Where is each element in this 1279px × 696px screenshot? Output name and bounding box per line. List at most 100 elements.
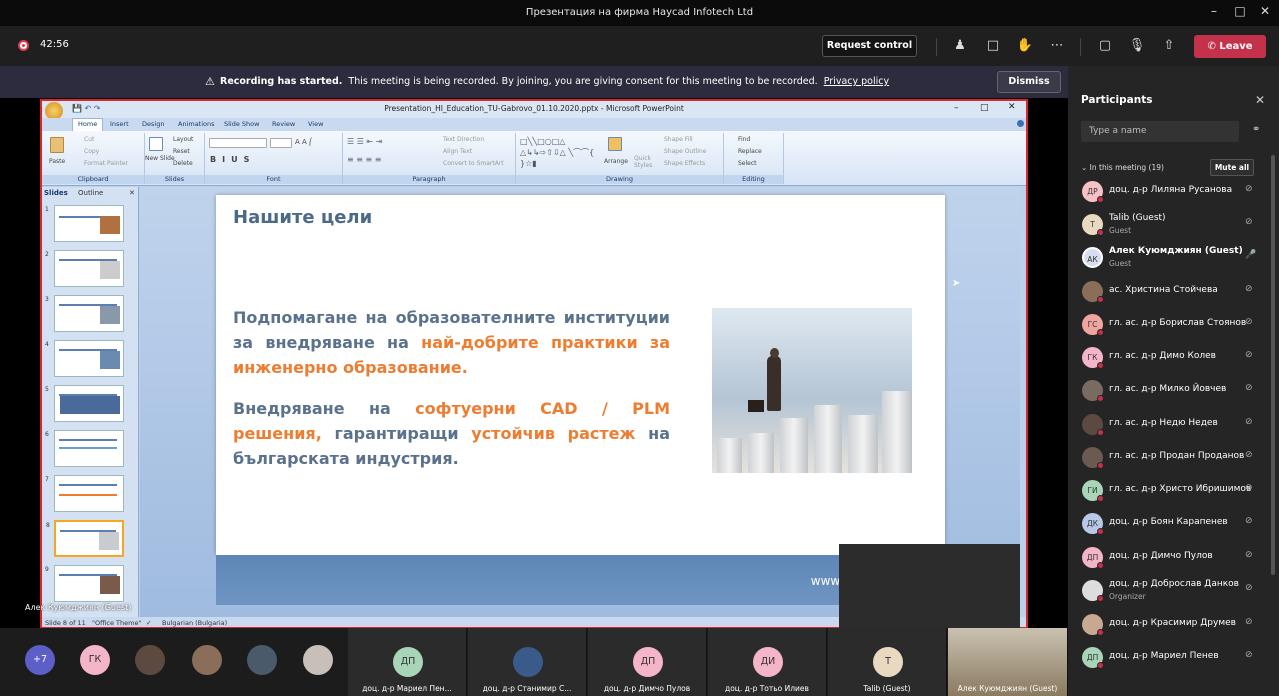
shape-outline-button[interactable]: Shape Outline — [664, 148, 706, 155]
format-painter-button[interactable]: Format Painter — [84, 160, 128, 167]
slide-thumbnail[interactable]: 5 — [45, 385, 124, 422]
mic-muted-icon[interactable]: ⊘ — [1245, 550, 1253, 560]
slide-thumbnail[interactable]: 1 — [45, 205, 124, 242]
reset-button[interactable]: Reset — [173, 148, 190, 155]
search-input[interactable]: Type a name — [1081, 121, 1239, 142]
tab-insert[interactable]: Insert — [110, 120, 129, 128]
participant-row[interactable]: АК Алек Куюмджиян (Guest) Guest 🎤 — [1068, 244, 1268, 277]
mic-muted-icon[interactable]: ⊘ — [1245, 650, 1253, 660]
font-name-box[interactable] — [209, 138, 267, 148]
participant-avatar[interactable] — [303, 645, 333, 675]
share-screen-icon[interactable]: ⇧ — [1159, 36, 1179, 56]
new-slide-icon[interactable] — [149, 137, 163, 151]
quick-styles-button[interactable]: Quick Styles — [634, 155, 656, 169]
convert-smartart-button[interactable]: Convert to SmartArt — [443, 160, 504, 167]
participant-avatar[interactable] — [135, 645, 165, 675]
participant-row[interactable]: ДП доц. д-р Димчо Пулов ⊘ — [1068, 544, 1268, 577]
participant-row[interactable]: доц. д-р Красимир Друмев ⊘ — [1068, 611, 1268, 644]
help-icon[interactable] — [1017, 120, 1024, 127]
share-invite-icon[interactable]: ⚭ — [1252, 124, 1260, 135]
replace-button[interactable]: Replace — [738, 148, 762, 155]
tab-animations[interactable]: Animations — [178, 120, 215, 128]
dismiss-button[interactable]: Dismiss — [997, 71, 1061, 93]
ppt-maximize-icon[interactable]: □ — [980, 103, 989, 113]
participant-avatar[interactable] — [192, 645, 222, 675]
slide-thumbnail[interactable]: 6 — [45, 430, 124, 467]
mic-muted-icon[interactable]: ⊘ — [1245, 383, 1253, 393]
mic-muted-icon[interactable]: ⊘ — [1245, 483, 1253, 493]
participant-row[interactable]: гл. ас. д-р Милко Йовчев ⊘ — [1068, 377, 1268, 410]
close-icon[interactable]: ✕ — [1252, 4, 1278, 18]
align-icons[interactable]: ≡ ≡ ≡ ≡ — [347, 155, 381, 164]
slide-thumbnail[interactable]: 7 — [45, 475, 124, 512]
participant-avatar[interactable] — [247, 645, 277, 675]
tab-slides[interactable]: Slides — [44, 189, 68, 197]
layout-button[interactable]: Layout — [173, 136, 193, 143]
mic-muted-icon[interactable]: ⊘ — [1245, 450, 1253, 460]
video-tile[interactable]: T Talib (Guest) — [828, 628, 947, 696]
tab-outline[interactable]: Outline — [78, 189, 103, 197]
slide-thumbnail[interactable]: 2 — [45, 250, 124, 287]
chat-icon[interactable]: □ — [983, 36, 1003, 56]
new-slide-button[interactable]: New Slide — [145, 155, 175, 162]
mic-muted-icon[interactable]: ⊘ — [1245, 217, 1253, 227]
more-options-icon[interactable]: ⋯ — [1047, 36, 1067, 56]
mute-all-button[interactable]: Mute all — [1210, 159, 1254, 176]
tab-view[interactable]: View — [308, 120, 323, 128]
tab-review[interactable]: Review — [272, 120, 295, 128]
leave-button[interactable]: ✆ Leave — [1194, 35, 1266, 58]
close-panel-icon[interactable]: ✕ — [129, 189, 135, 197]
participant-row[interactable]: ДП доц. д-р Мариел Пенев ⊘ — [1068, 644, 1268, 677]
shape-effects-button[interactable]: Shape Effects — [664, 160, 705, 167]
mic-muted-icon[interactable]: ⊘ — [1245, 284, 1253, 294]
participant-row[interactable]: гл. ас. д-р Недю Недев ⊘ — [1068, 411, 1268, 444]
mic-off-icon[interactable]: 🎙 — [1127, 36, 1147, 56]
participants-icon[interactable]: ♟ — [950, 36, 970, 56]
select-button[interactable]: Select — [738, 160, 757, 167]
text-direction-button[interactable]: Text Direction — [443, 136, 484, 143]
paste-label[interactable]: Paste — [49, 158, 65, 165]
participant-row[interactable]: ГС гл. ас. д-р Борислав Стоянов ⊘ — [1068, 311, 1268, 344]
cut-button[interactable]: Cut — [84, 136, 94, 143]
font-grow-icon[interactable]: A A ⎛ — [295, 138, 313, 146]
scrollbar[interactable] — [1271, 155, 1275, 575]
participant-row[interactable]: ГК гл. ас. д-р Димо Колев ⊘ — [1068, 344, 1268, 377]
tab-design[interactable]: Design — [142, 120, 164, 128]
participant-row[interactable]: ДР доц. д-р Лиляна Русанова ⊘ — [1068, 178, 1268, 211]
paste-icon[interactable] — [50, 137, 64, 153]
video-tile[interactable]: ДП доц. д-р Мариел Пен... — [348, 628, 467, 696]
mic-muted-icon[interactable]: ⊘ — [1245, 583, 1253, 593]
font-format-icons[interactable]: BIUS — [210, 155, 255, 164]
more-participants-badge[interactable]: +7 — [25, 645, 55, 675]
in-meeting-label[interactable]: ⌄ In this meeting (19) — [1081, 163, 1164, 172]
shapes-gallery[interactable]: □╲╲□○□△ △↳↳⇨⇧⇩△ ╲⌒⌒{ }☆▮ — [520, 136, 598, 169]
find-button[interactable]: Find — [738, 136, 750, 143]
video-tile[interactable]: ДП доц. д-р Димчо Пулов — [588, 628, 707, 696]
raise-hand-icon[interactable]: ✋ — [1015, 36, 1035, 56]
video-tile[interactable]: доц. д-р Станимир С... — [468, 628, 587, 696]
participant-avatar[interactable]: ГК — [80, 645, 110, 675]
participant-row[interactable]: ГИ гл. ас. д-р Христо Ибришимов ⊘ — [1068, 477, 1268, 510]
slide-thumbnail-selected[interactable]: 8 — [46, 520, 124, 557]
mic-muted-icon[interactable]: ⊘ — [1245, 184, 1253, 194]
tab-slide-show[interactable]: Slide Show — [224, 120, 259, 128]
mic-muted-icon[interactable]: ⊘ — [1245, 417, 1253, 427]
maximize-icon[interactable]: □ — [1227, 4, 1253, 18]
participant-row[interactable]: T Talib (Guest) Guest ⊘ — [1068, 211, 1268, 244]
mic-muted-icon[interactable]: ⊘ — [1245, 516, 1253, 526]
ppt-minimize-icon[interactable]: – — [954, 103, 959, 113]
minimize-icon[interactable]: – — [1201, 4, 1227, 18]
video-tile[interactable]: ДИ доц. д-р Тотьо Илиев — [708, 628, 827, 696]
align-text-button[interactable]: Align Text — [443, 148, 472, 155]
mic-muted-icon[interactable]: ⊘ — [1245, 617, 1253, 627]
delete-button[interactable]: Delete — [173, 160, 193, 167]
participant-row[interactable]: доц. д-р Доброслав Данков Organizer ⊘ — [1068, 577, 1268, 610]
tab-home[interactable]: Home — [72, 118, 104, 131]
mic-on-icon[interactable]: 🎤 — [1245, 250, 1256, 260]
participant-row[interactable]: ДК доц. д-р Боян Карапенев ⊘ — [1068, 510, 1268, 543]
font-size-box[interactable] — [270, 138, 292, 148]
slide-thumbnail[interactable]: 3 — [45, 295, 124, 332]
slide-thumbnail[interactable]: 9 — [45, 565, 124, 602]
participant-row[interactable]: гл. ас. д-р Продан Проданов ⊘ — [1068, 444, 1268, 477]
close-icon[interactable]: ✕ — [1255, 93, 1265, 107]
